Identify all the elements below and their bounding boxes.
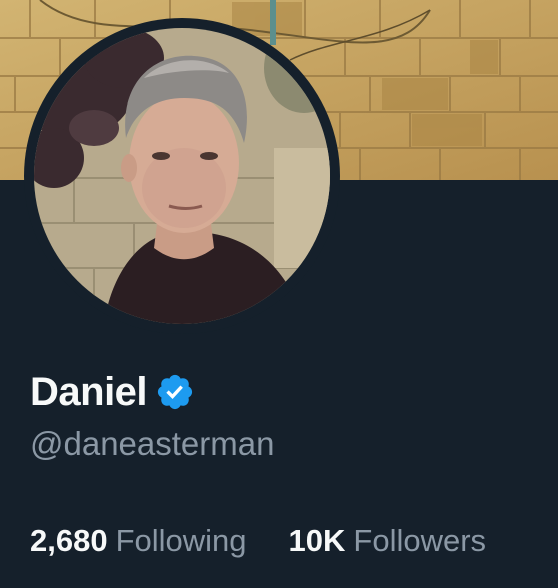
followers-label: Followers bbox=[353, 523, 487, 558]
follow-stats: 2,680 Following 10K Followers bbox=[30, 516, 528, 566]
avatar-border bbox=[24, 18, 340, 334]
verified-badge-icon[interactable] bbox=[155, 372, 195, 412]
following-label: Following bbox=[115, 523, 247, 558]
display-name: Daniel bbox=[30, 370, 148, 414]
following-link[interactable]: 2,680 Following bbox=[30, 516, 247, 566]
followers-count: 10K bbox=[288, 523, 346, 558]
avatar[interactable] bbox=[34, 28, 330, 324]
profile-header: Daniel @daneasterman 2,680 Following 10K… bbox=[0, 0, 558, 588]
followers-link[interactable]: 10K Followers bbox=[289, 516, 487, 566]
username-handle: @daneasterman bbox=[30, 425, 275, 462]
following-count: 2,680 bbox=[30, 523, 108, 558]
name-row: Daniel bbox=[30, 364, 195, 420]
